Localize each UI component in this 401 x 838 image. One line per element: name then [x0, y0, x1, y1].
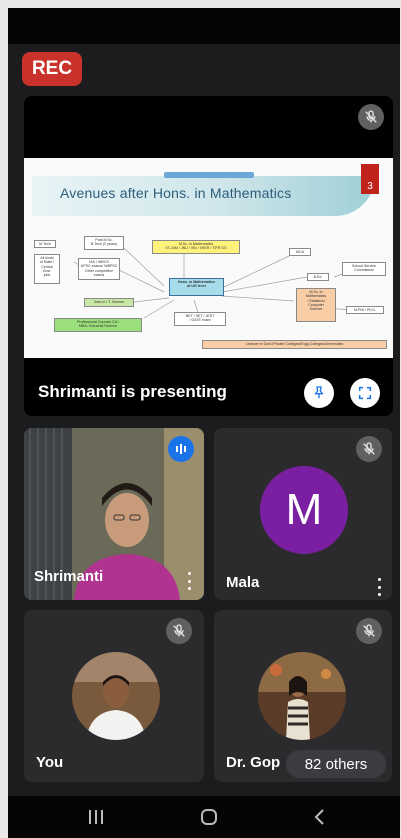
- pin-button[interactable]: [304, 378, 334, 408]
- avatar: [72, 652, 160, 740]
- node-govt-jobs: All kinds of State / Central Govt. jobs: [34, 254, 60, 284]
- node-mphil: M.Phil / Ph.D.: [346, 306, 384, 314]
- node-ias: IAS / WBCS UPSC exams/ WBPSC Other competi…: [78, 258, 120, 280]
- participant-name: Dr. Gop: [226, 754, 281, 771]
- participant-name: Mala: [226, 574, 260, 591]
- node-mtech: M.Tech: [34, 240, 56, 248]
- participant-name: Shrimanti: [34, 568, 104, 585]
- status-bar: [8, 8, 400, 44]
- participant-tile-shrimanti[interactable]: Shrimanti: [24, 428, 204, 600]
- mic-off-icon: [166, 618, 192, 644]
- fullscreen-button[interactable]: [350, 378, 380, 408]
- more-options-icon[interactable]: [378, 578, 382, 596]
- node-msc-math: M.Sc. in Mathematics IIT-JAM / JNU / IISc…: [152, 240, 240, 254]
- avatar: [258, 652, 346, 740]
- pin-icon: [314, 386, 324, 399]
- mic-off-icon: [356, 436, 382, 462]
- system-navigation-bar: [8, 796, 400, 838]
- node-msc-stat: M.Sc. in Mathematics / Statistics/Computer…: [296, 288, 336, 322]
- presentation-tile[interactable]: Avenues after Hons. in Mathematics 3 M.S…: [24, 96, 393, 416]
- participant-tile-dr-gop[interactable]: Dr. Gop 82 others: [214, 610, 392, 782]
- mic-off-icon: [356, 618, 382, 644]
- node-professional: Professional Courses CA / MBA / Actuarial…: [54, 318, 142, 332]
- shared-slide: Avenues after Hons. in Mathematics 3 M.S…: [24, 158, 393, 358]
- node-ssc: School Service Commission: [342, 262, 386, 276]
- node-it-jobs: Jobs in I.T. Sectors: [84, 298, 134, 307]
- back-icon[interactable]: [312, 808, 326, 826]
- recording-badge: REC: [22, 52, 82, 86]
- meet-call-screen: REC Avenues after Hons. in Mathematics 3: [8, 8, 400, 838]
- node-net: NET / SET / JEST / GATE exam: [174, 312, 226, 326]
- avatar: M: [260, 466, 348, 554]
- participant-tile-you[interactable]: You: [24, 610, 204, 782]
- node-bed: B.Ed.: [307, 273, 329, 281]
- node-mca: MCA: [289, 248, 311, 256]
- more-options-icon[interactable]: [188, 572, 192, 590]
- audio-level-icon: [168, 436, 194, 462]
- participant-tile-mala[interactable]: M Mala: [214, 428, 392, 600]
- node-lecturer: Lecturer in Govt./Private Colleges/Engg.…: [202, 340, 387, 349]
- mic-off-icon: [358, 104, 384, 130]
- participant-name: You: [36, 754, 64, 771]
- fullscreen-icon: [358, 386, 372, 400]
- presenting-status: Shrimanti is presenting: [38, 382, 227, 401]
- others-count-badge[interactable]: 82 others: [286, 750, 386, 778]
- node-btech: Post M.Sc. B.Tech (2 years): [84, 236, 124, 250]
- node-hons: Hons. in Mathematics at UG level: [169, 278, 224, 296]
- recent-apps-icon[interactable]: [88, 810, 104, 824]
- home-icon[interactable]: [200, 808, 218, 826]
